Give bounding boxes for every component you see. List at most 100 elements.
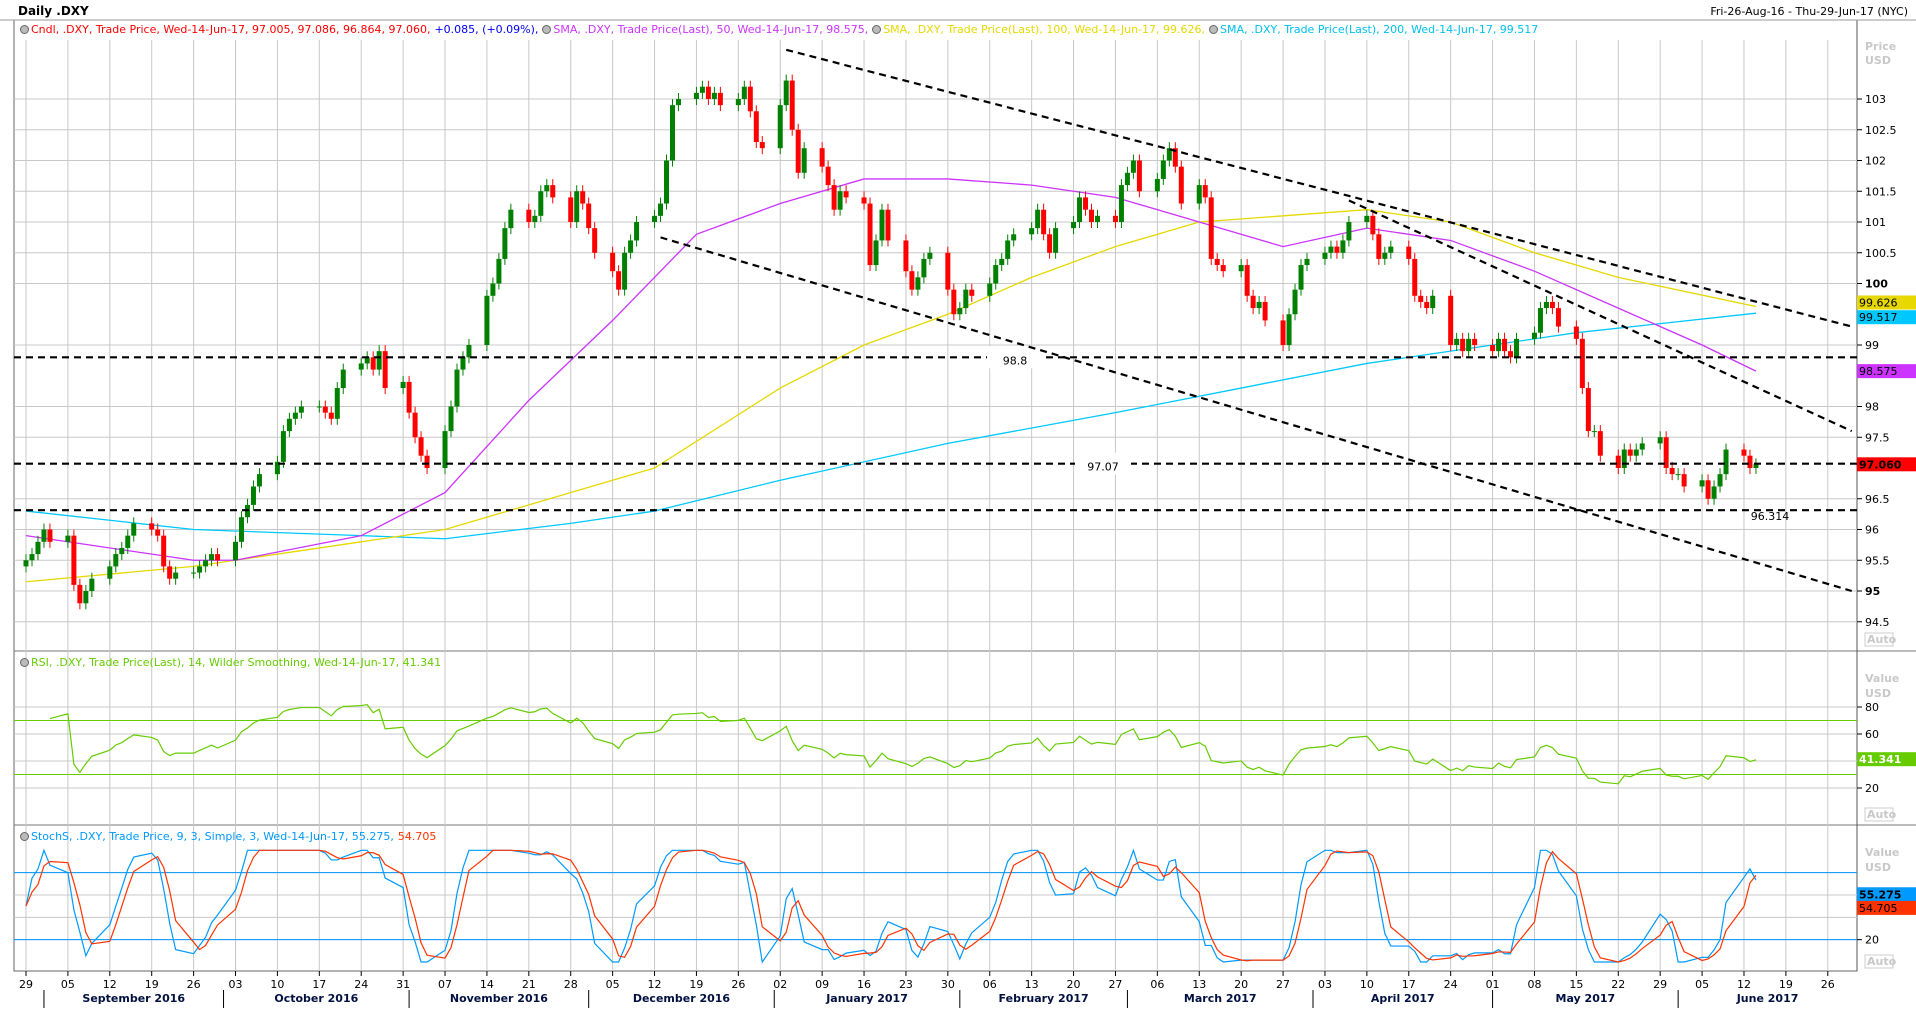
candle[interactable]	[879, 209, 885, 241]
candle[interactable]	[340, 369, 346, 389]
candle[interactable]	[1202, 185, 1208, 198]
candle[interactable]	[927, 252, 933, 259]
candle[interactable]	[1071, 222, 1077, 229]
candle[interactable]	[1214, 258, 1220, 266]
candle[interactable]	[777, 105, 783, 149]
candle[interactable]	[1549, 301, 1555, 309]
candle[interactable]	[1537, 308, 1543, 333]
candle[interactable]	[837, 191, 843, 210]
candle[interactable]	[1250, 295, 1256, 309]
candle[interactable]	[1124, 172, 1130, 186]
candle[interactable]	[454, 369, 460, 407]
candle[interactable]	[1531, 332, 1537, 339]
clock-icon[interactable]	[872, 25, 882, 34]
candle[interactable]	[496, 258, 502, 284]
candle[interactable]	[867, 203, 873, 266]
candle[interactable]	[1424, 301, 1430, 309]
candle[interactable]	[1573, 326, 1579, 339]
candle[interactable]	[1334, 246, 1340, 253]
candle[interactable]	[664, 160, 670, 204]
candle[interactable]	[693, 92, 699, 99]
candle[interactable]	[1376, 234, 1382, 259]
candle[interactable]	[47, 529, 53, 542]
candle[interactable]	[1094, 215, 1100, 222]
candle[interactable]	[759, 142, 765, 149]
candle[interactable]	[334, 388, 340, 419]
candle[interactable]	[442, 431, 448, 468]
candle[interactable]	[1466, 338, 1472, 352]
candle[interactable]	[550, 185, 556, 198]
trend-line[interactable]	[660, 236, 1853, 593]
candle[interactable]	[1364, 215, 1370, 222]
candle[interactable]	[1621, 449, 1627, 468]
candle[interactable]	[191, 572, 197, 574]
candle[interactable]	[526, 209, 532, 222]
auto-scale-label[interactable]: Auto	[1867, 955, 1897, 968]
candle[interactable]	[1382, 252, 1388, 259]
candle[interactable]	[1490, 345, 1496, 352]
candle[interactable]	[107, 566, 113, 579]
candle[interactable]	[574, 191, 580, 222]
candle[interactable]	[963, 289, 969, 309]
candle[interactable]	[1460, 338, 1466, 352]
candle[interactable]	[1340, 240, 1346, 253]
candle[interactable]	[1083, 197, 1089, 210]
candle[interactable]	[1615, 455, 1621, 468]
candle[interactable]	[1412, 258, 1418, 296]
candle[interactable]	[1208, 197, 1214, 259]
candle[interactable]	[448, 406, 454, 432]
candle[interactable]	[502, 228, 508, 259]
candle[interactable]	[921, 258, 927, 278]
trend-line[interactable]	[1348, 199, 1853, 433]
candle[interactable]	[789, 80, 795, 130]
candle[interactable]	[1047, 234, 1053, 253]
candle[interactable]	[197, 566, 203, 573]
candle[interactable]	[1406, 246, 1412, 259]
candle[interactable]	[358, 363, 364, 370]
candle[interactable]	[675, 99, 681, 106]
candle[interactable]	[256, 474, 262, 487]
candle[interactable]	[616, 271, 622, 290]
candle[interactable]	[795, 129, 801, 173]
candle[interactable]	[1633, 449, 1639, 456]
candle[interactable]	[735, 99, 741, 106]
candle[interactable]	[209, 554, 215, 561]
candle[interactable]	[957, 308, 963, 315]
candle[interactable]	[634, 222, 640, 241]
candle[interactable]	[376, 351, 382, 370]
candle[interactable]	[915, 277, 921, 290]
candle[interactable]	[113, 554, 119, 567]
candle[interactable]	[233, 541, 239, 561]
candle[interactable]	[250, 486, 256, 505]
clock-icon[interactable]	[20, 25, 29, 34]
candle[interactable]	[825, 166, 831, 186]
clock-icon[interactable]	[1209, 25, 1218, 34]
candle[interactable]	[586, 203, 592, 229]
candle[interactable]	[532, 215, 538, 222]
candle[interactable]	[215, 554, 221, 561]
candle[interactable]	[1154, 178, 1160, 192]
candle[interactable]	[155, 529, 161, 536]
candle[interactable]	[1160, 160, 1166, 179]
candle[interactable]	[538, 191, 544, 216]
candle[interactable]	[819, 148, 825, 167]
candle[interactable]	[1711, 486, 1717, 499]
candle[interactable]	[1472, 338, 1478, 345]
candle[interactable]	[544, 185, 550, 192]
candle[interactable]	[1077, 197, 1083, 222]
candle[interactable]	[322, 406, 328, 413]
candle[interactable]	[951, 289, 957, 315]
candle[interactable]	[370, 357, 376, 370]
candle[interactable]	[1585, 388, 1591, 432]
candle[interactable]	[316, 406, 322, 408]
candle[interactable]	[280, 431, 286, 462]
candle[interactable]	[699, 86, 705, 93]
chart-canvas[interactable]: 29 05 12 19 26 03 10 17 24 31 07 14 21 28 05 12 19 26 02 09…	[0, 0, 1916, 1022]
candle[interactable]	[861, 197, 867, 204]
candle[interactable]	[400, 381, 406, 389]
candle[interactable]	[1543, 301, 1549, 309]
candle[interactable]	[1322, 252, 1328, 259]
candle[interactable]	[1346, 222, 1352, 241]
candle[interactable]	[125, 535, 131, 548]
candle[interactable]	[167, 566, 173, 579]
